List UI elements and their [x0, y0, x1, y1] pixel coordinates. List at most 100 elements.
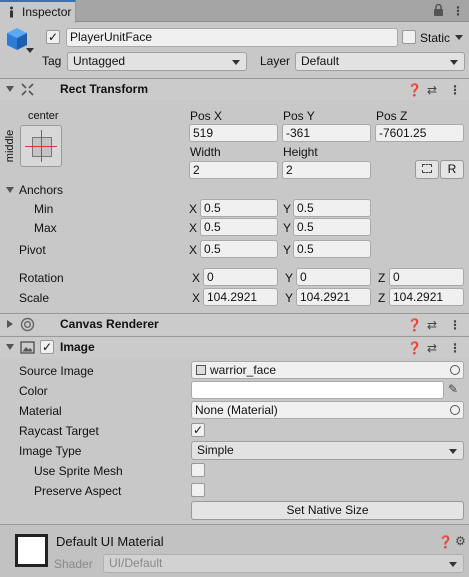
- settings-gear-icon[interactable]: ⚙: [455, 533, 466, 549]
- tab-inspector[interactable]: Inspector: [0, 0, 76, 23]
- shader-dropdown[interactable]: UI/Default: [103, 554, 464, 573]
- material-preview-swatch: [15, 534, 48, 567]
- layer-label: Layer: [260, 54, 291, 68]
- max-y-field[interactable]: 0.5: [293, 218, 371, 236]
- rot-z-field[interactable]: 0: [389, 268, 464, 286]
- max-x-field[interactable]: 0.5: [200, 218, 278, 236]
- raycast-target-checkbox[interactable]: ✓: [191, 423, 205, 437]
- min-y-axis: Y: [283, 202, 292, 216]
- lock-icon[interactable]: [433, 4, 444, 17]
- min-x-field[interactable]: 0.5: [200, 199, 278, 217]
- eyedropper-icon[interactable]: ✎: [448, 381, 458, 397]
- shader-label: Shader: [54, 557, 93, 571]
- anchors-foldout-icon[interactable]: [6, 187, 14, 193]
- anchors-label[interactable]: Anchors: [19, 182, 63, 198]
- use-sprite-mesh-label: Use Sprite Mesh: [34, 464, 123, 478]
- anchor-preset-button[interactable]: [20, 125, 62, 167]
- material-preview-footer: Default UI Material Shader UI/Default ❓ …: [0, 524, 469, 577]
- gameobject-name-field[interactable]: PlayerUnitFace: [66, 28, 398, 47]
- rot-z-axis: Z: [378, 271, 386, 285]
- foldout-open-icon[interactable]: [6, 86, 14, 92]
- object-picker-icon[interactable]: [450, 365, 460, 375]
- layer-dropdown[interactable]: Default: [295, 52, 465, 71]
- rot-y-field[interactable]: 0: [296, 268, 371, 286]
- raw-edit-button[interactable]: R: [440, 160, 464, 179]
- help-icon[interactable]: ❓: [407, 317, 422, 333]
- tab-bar: Inspector ⋮: [0, 0, 469, 23]
- component-menu-icon[interactable]: ⋮: [449, 340, 461, 356]
- height-field[interactable]: 2: [282, 161, 371, 179]
- use-sprite-mesh-checkbox[interactable]: [191, 463, 205, 477]
- scale-z-field[interactable]: 104.2921: [389, 288, 464, 306]
- width-field[interactable]: 2: [189, 161, 278, 179]
- material-label: Material: [19, 404, 62, 418]
- color-label: Color: [19, 384, 48, 398]
- material-footer-title: Default UI Material: [56, 534, 164, 549]
- static-checkbox[interactable]: [402, 30, 416, 44]
- rect-transform-title: Rect Transform: [60, 82, 149, 96]
- foldout-open-icon[interactable]: [6, 344, 14, 350]
- help-icon[interactable]: ❓: [407, 82, 422, 98]
- tab-menu-icon[interactable]: ⋮: [452, 3, 464, 19]
- tag-label: Tag: [42, 54, 62, 68]
- pos-x-label: Pos X: [190, 109, 223, 123]
- pos-z-field[interactable]: -7601.25: [375, 124, 464, 142]
- rot-y-axis: Y: [285, 271, 294, 285]
- anchor-preset-h-label: center: [28, 110, 59, 122]
- pivot-x-field[interactable]: 0.5: [200, 240, 278, 258]
- pivot-y-field[interactable]: 0.5: [293, 240, 371, 258]
- cube-dropdown-icon[interactable]: [26, 48, 34, 53]
- image-type-label: Image Type: [19, 444, 82, 458]
- rot-x-axis: X: [192, 271, 201, 285]
- component-menu-icon[interactable]: ⋮: [449, 82, 461, 98]
- object-picker-icon[interactable]: [450, 405, 460, 415]
- foldout-closed-icon[interactable]: [7, 320, 13, 328]
- preset-icon[interactable]: ⇄: [427, 82, 437, 98]
- max-label: Max: [34, 221, 57, 235]
- preserve-aspect-checkbox[interactable]: [191, 483, 205, 497]
- preserve-aspect-label: Preserve Aspect: [34, 484, 122, 498]
- static-dropdown-icon[interactable]: [455, 35, 463, 40]
- rect-transform-header[interactable]: Rect Transform ❓ ⇄ ⋮: [0, 78, 469, 100]
- set-native-size-button[interactable]: Set Native Size: [191, 501, 464, 520]
- gameobject-active-checkbox[interactable]: ✓: [46, 30, 60, 44]
- color-field[interactable]: [191, 381, 444, 399]
- tag-dropdown[interactable]: Untagged: [67, 52, 247, 71]
- anchor-preset-square: [32, 137, 52, 157]
- source-image-label: Source Image: [19, 364, 94, 378]
- max-x-axis: X: [189, 221, 198, 235]
- scale-label: Scale: [19, 291, 50, 305]
- scale-x-field[interactable]: 104.2921: [203, 288, 278, 306]
- pivot-label: Pivot: [19, 243, 46, 257]
- component-header-icons: ❓ ⇄ ⋮: [407, 340, 463, 356]
- anchor-preset-vline: [41, 130, 42, 162]
- help-icon[interactable]: ❓: [438, 534, 453, 550]
- rot-x-field[interactable]: 0: [203, 268, 278, 286]
- preset-icon[interactable]: ⇄: [427, 317, 437, 333]
- image-header[interactable]: ✓ Image ❓ ⇄ ⋮: [0, 336, 469, 358]
- component-menu-icon[interactable]: ⋮: [449, 317, 461, 333]
- scale-y-field[interactable]: 104.2921: [296, 288, 371, 306]
- gameobject-cube-icon: [7, 28, 27, 50]
- rect-transform-icon: [21, 83, 34, 96]
- pos-z-label: Pos Z: [376, 109, 408, 123]
- preset-icon[interactable]: ⇄: [427, 340, 437, 356]
- rotation-label: Rotation: [19, 271, 64, 285]
- material-field[interactable]: None (Material): [191, 401, 464, 419]
- pos-y-label: Pos Y: [283, 109, 315, 123]
- source-image-value: warrior_face: [210, 363, 277, 377]
- tab-label: Inspector: [22, 5, 72, 19]
- width-label: Width: [190, 145, 221, 159]
- static-label: Static: [420, 31, 451, 45]
- pivot-x-axis: X: [189, 243, 198, 257]
- canvas-renderer-title: Canvas Renderer: [60, 317, 159, 331]
- min-y-field[interactable]: 0.5: [293, 199, 371, 217]
- canvas-renderer-header[interactable]: Canvas Renderer ❓ ⇄ ⋮: [0, 313, 469, 335]
- blueprint-mode-button[interactable]: [415, 160, 439, 179]
- help-icon[interactable]: ❓: [407, 340, 422, 356]
- image-enabled-checkbox[interactable]: ✓: [40, 340, 54, 354]
- pos-y-field[interactable]: -361: [282, 124, 371, 142]
- pos-x-field[interactable]: 519: [189, 124, 278, 142]
- source-image-field[interactable]: warrior_face: [191, 361, 464, 379]
- image-type-dropdown[interactable]: Simple: [191, 441, 464, 460]
